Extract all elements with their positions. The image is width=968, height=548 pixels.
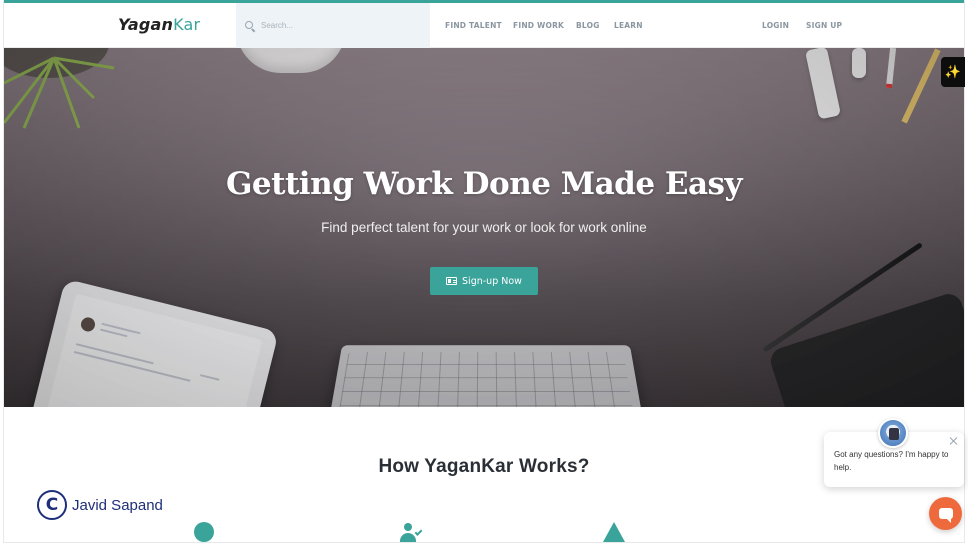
id-card-icon bbox=[446, 277, 458, 285]
site-logo[interactable]: YaganKar bbox=[118, 15, 200, 34]
nav-find-talent[interactable]: FIND TALENT bbox=[445, 21, 502, 30]
browser-viewport: YaganKar FIND TALENT FIND WORK BLOG LEAR… bbox=[4, 0, 964, 542]
watermark-name: Javid Sapand bbox=[72, 496, 163, 514]
copyright-watermark: C Javid Sapand bbox=[37, 490, 163, 520]
search-input[interactable] bbox=[261, 21, 411, 30]
search-icon bbox=[245, 20, 255, 31]
chat-agent-avatar bbox=[878, 418, 908, 448]
search-bar bbox=[236, 3, 430, 48]
nav-blog[interactable]: BLOG bbox=[576, 21, 600, 30]
logo-text-yagan: Yagan bbox=[118, 15, 174, 34]
hero-section: Getting Work Done Made Easy Find perfect… bbox=[4, 48, 964, 407]
copyright-icon: C bbox=[37, 490, 67, 520]
close-icon[interactable] bbox=[949, 436, 959, 446]
how-it-works-title: How YaganKar Works? bbox=[378, 456, 590, 477]
sparkle-icon[interactable]: ✨ bbox=[941, 57, 965, 87]
chat-message-text: Got any questions? I'm happy to help. bbox=[834, 450, 949, 472]
search-step-icon bbox=[194, 522, 214, 542]
chat-bubble-icon bbox=[938, 508, 953, 523]
signup-now-button[interactable]: Sign-up Now bbox=[430, 267, 538, 295]
chat-launcher-button[interactable] bbox=[929, 497, 962, 530]
site-header: YaganKar FIND TALENT FIND WORK BLOG LEAR… bbox=[4, 3, 964, 48]
nav-login[interactable]: LOGIN bbox=[762, 21, 789, 30]
nav-find-work[interactable]: FIND WORK bbox=[513, 21, 564, 30]
nav-learn[interactable]: LEARN bbox=[614, 21, 643, 30]
hero-subtitle: Find perfect talent for your work or loo… bbox=[321, 220, 647, 235]
user-check-icon bbox=[400, 522, 424, 542]
signup-now-label: Sign-up Now bbox=[462, 275, 522, 287]
hero-title: Getting Work Done Made Easy bbox=[225, 166, 743, 202]
triangle-step-icon bbox=[603, 522, 625, 542]
logo-text-kar: Kar bbox=[173, 15, 201, 34]
nav-signup[interactable]: SIGN UP bbox=[806, 21, 842, 30]
